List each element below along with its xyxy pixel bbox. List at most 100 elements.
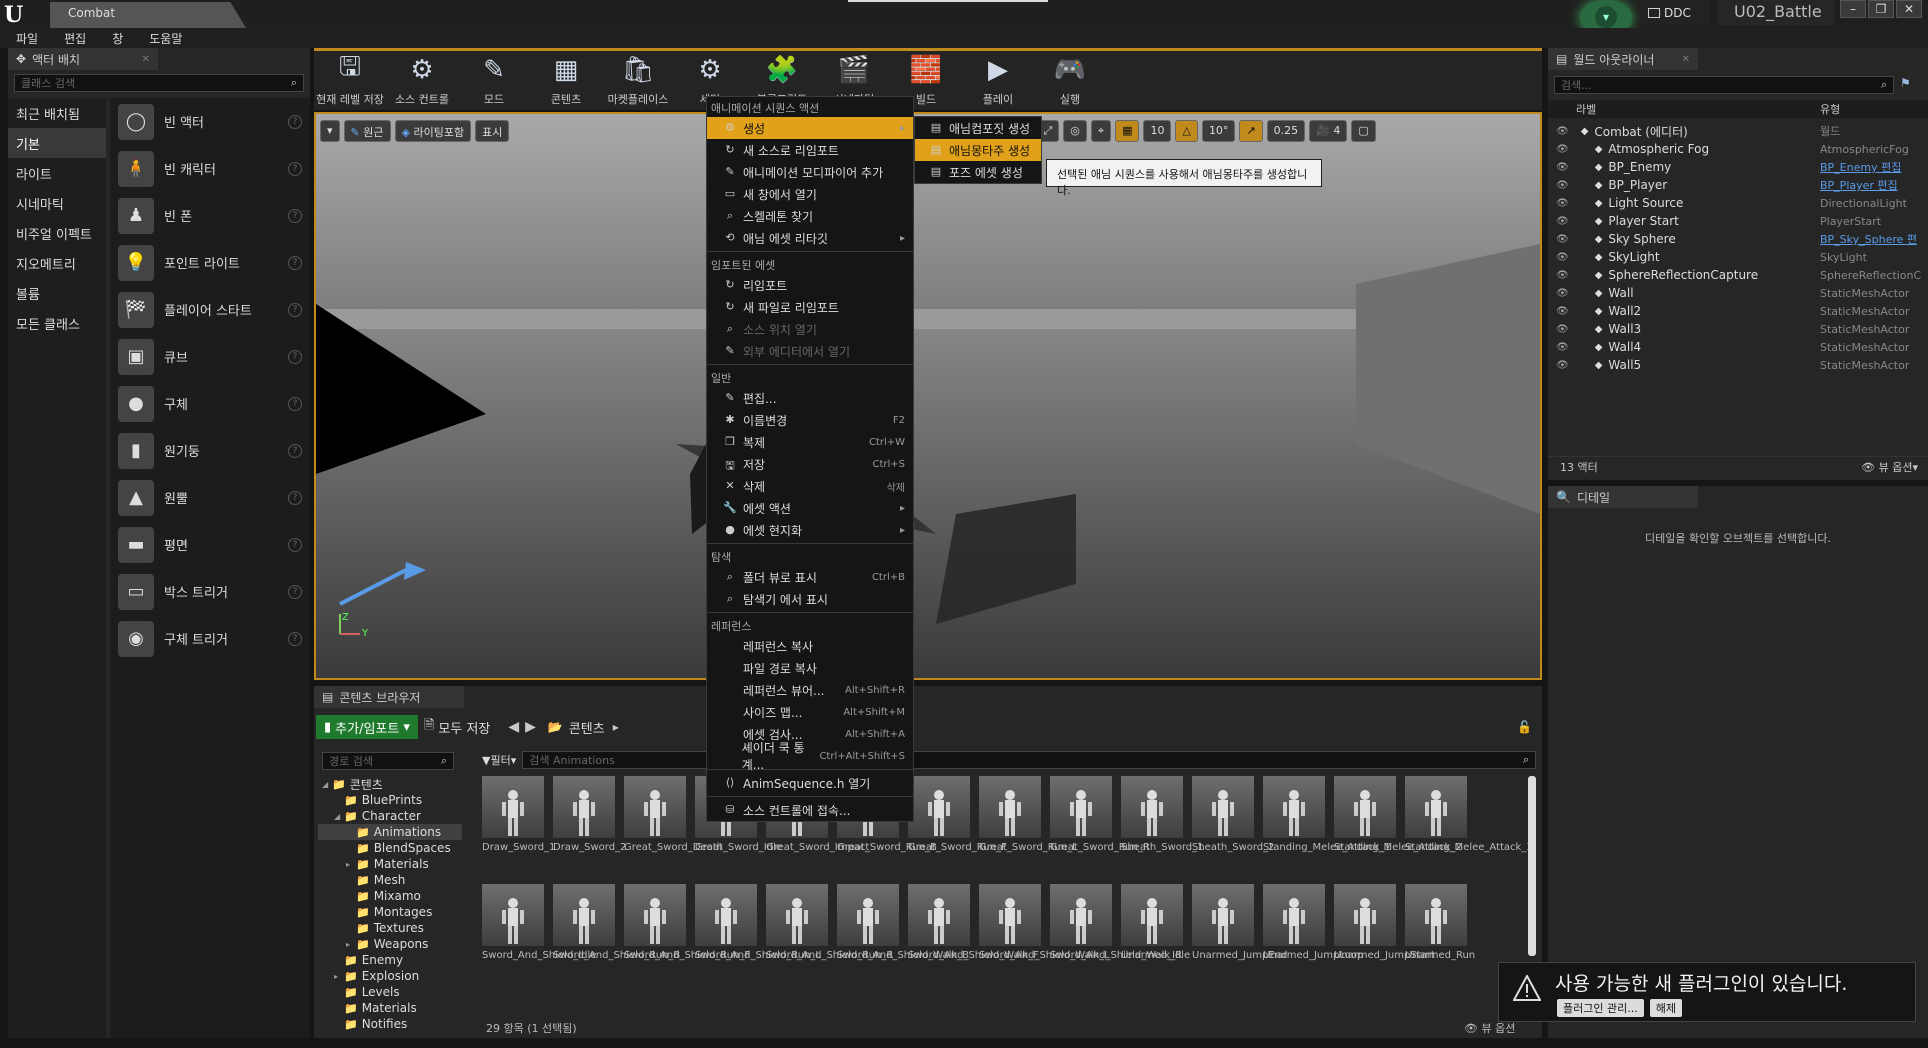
folder-tree-item[interactable]: 📁 Textures xyxy=(318,920,462,936)
category-item[interactable]: 지오메트리 xyxy=(8,248,106,278)
add-import-button[interactable]: ▮ 추가/임포트 ▾ xyxy=(316,715,418,739)
world-outliner-tab[interactable]: ▤ 월드 아웃라이너 ✕ xyxy=(1548,48,1698,70)
context-menu-item[interactable]: 레퍼런스 복사 xyxy=(707,635,913,657)
actor-item[interactable]: ◉ 구체 트리거? xyxy=(110,615,310,662)
visibility-eye-icon[interactable]: 👁 xyxy=(1556,324,1569,335)
menu-help[interactable]: 도움말 xyxy=(149,30,182,47)
visibility-eye-icon[interactable]: 👁 xyxy=(1556,234,1569,245)
category-item[interactable]: 볼륨 xyxy=(8,278,106,308)
context-menu-item[interactable]: 파일 경로 복사 xyxy=(707,657,913,679)
toolbar-button-modes[interactable]: ✎ 모드 xyxy=(458,51,530,111)
manage-plugins-button[interactable]: 플러그인 관리... xyxy=(1557,999,1644,1017)
menu-file[interactable]: 파일 xyxy=(16,30,38,47)
help-icon[interactable]: ? xyxy=(288,349,302,364)
context-menu-item[interactable]: ✱ 이름변경 F2 xyxy=(707,409,913,431)
save-all-button[interactable]: 🗎 모두 저장 xyxy=(424,716,490,738)
asset-thumbnail[interactable]: Unarmed_JumpLoop xyxy=(1263,884,1363,988)
folder-tree-item[interactable]: 📁 BlendSpaces xyxy=(318,840,462,856)
tab-close-icon[interactable]: ✕ xyxy=(1682,54,1690,65)
asset-thumbnail[interactable]: Unarmed_Run xyxy=(1405,884,1475,988)
context-menu-item[interactable]: 사이즈 맵... Alt+Shift+M xyxy=(707,701,913,723)
menu-window[interactable]: 창 xyxy=(112,30,123,47)
visibility-eye-icon[interactable]: 👁 xyxy=(1556,306,1569,317)
context-menu-item[interactable]: ⟨⟩ AnimSequence.h 열기 xyxy=(707,772,913,794)
outliner-row[interactable]: 👁 ◆ SphereReflectionCapture SphereReflectio… xyxy=(1548,266,1928,284)
visibility-eye-icon[interactable]: 👁 xyxy=(1556,162,1569,173)
category-item[interactable]: 기본 xyxy=(8,128,106,158)
folder-tree-item[interactable]: ◢ 📁 Character xyxy=(318,808,462,824)
actor-item[interactable]: ▣ 큐브? xyxy=(110,333,310,380)
help-icon[interactable]: ? xyxy=(288,208,302,223)
outliner-row[interactable]: 👁 ◆ Wall StaticMeshActor xyxy=(1548,284,1928,302)
toolbar-button-marketplace[interactable]: 🛍 마켓플레이스 xyxy=(602,51,674,111)
category-item[interactable]: 최근 배치됨 xyxy=(8,98,106,128)
folder-tree-item[interactable]: 📁 Notifies xyxy=(318,1016,462,1032)
scale-snap-icon[interactable]: ↗ xyxy=(1239,120,1263,142)
outliner-row[interactable]: 👁 ◆ Player Start PlayerStart xyxy=(1548,212,1928,230)
label-column[interactable]: 라벨 xyxy=(1576,101,1596,117)
surface-snap-icon[interactable]: ⌖ xyxy=(1090,120,1112,142)
asset-thumbnail[interactable]: Sword_And_Shield_Idle xyxy=(482,884,596,988)
context-menu-item[interactable]: ⌕ 탐색기 에서 표시 xyxy=(707,588,913,610)
folder-tree-item[interactable]: ▸ 📁 Weapons xyxy=(318,936,462,952)
asset-scrollbar[interactable] xyxy=(1528,776,1536,956)
maximize-viewport-icon[interactable]: ▢ xyxy=(1351,120,1376,142)
folder-tree-item[interactable]: ▸ 📁 Explosion xyxy=(318,968,462,984)
content-browser-tab[interactable]: ▤ 콘텐츠 브라우저 xyxy=(314,686,464,708)
context-menu-item[interactable]: ↻ 리임포트 xyxy=(707,274,913,296)
close-button[interactable]: ✕ xyxy=(1896,0,1922,18)
outliner-type[interactable]: BP_Enemy 편집 xyxy=(1820,159,1901,175)
level-viewport[interactable]: Z Y ▾ ✎ 원근 ◈ 라이팅포함 표시 ✥ ↻ ⤢ ◎ ⌖ ▦ 10 △ 1… xyxy=(314,112,1542,680)
path-search-input[interactable]: 경로 검색 ⌕ xyxy=(322,752,454,770)
help-icon[interactable]: ? xyxy=(288,302,302,317)
outliner-type[interactable]: BP_Player 편집 xyxy=(1820,177,1898,193)
asset-thumbnail[interactable]: Great_Sword_Run_R xyxy=(1050,776,1150,880)
asset-thumbnail[interactable]: Sword_And_Shield_Run_F xyxy=(624,884,750,988)
asset-thumbnail[interactable]: Unarmed_JumpEnd xyxy=(1192,884,1287,988)
asset-thumbnail[interactable]: Unarmed_Idle xyxy=(1121,884,1190,988)
asset-thumbnail[interactable]: Great_Sword_Run_F xyxy=(908,776,1007,880)
outliner-search-input[interactable]: 검색... ⌕ xyxy=(1554,76,1894,94)
asset-thumbnail[interactable]: Great_Sword_Death xyxy=(624,776,723,880)
visibility-eye-icon[interactable]: 👁 xyxy=(1556,216,1569,227)
actor-item[interactable]: ♟ 빈 폰? xyxy=(110,192,310,239)
context-menu-item[interactable]: ⛁ 소스 컨트롤에 접속... xyxy=(707,799,913,821)
folder-tree-item[interactable]: 📁 Materials xyxy=(318,1000,462,1016)
visibility-eye-icon[interactable]: 👁 xyxy=(1556,198,1569,209)
visibility-eye-icon[interactable]: 👁 xyxy=(1556,144,1569,155)
folder-tree-item[interactable]: 📁 Animations xyxy=(318,824,462,840)
add-actor-icon[interactable]: ⚑ xyxy=(1900,76,1911,90)
show-button[interactable]: 표시 xyxy=(475,120,510,142)
category-item[interactable]: 모든 클래스 xyxy=(8,308,106,338)
toolbar-button-launch[interactable]: 🎮 실행 xyxy=(1034,51,1106,111)
context-menu-item[interactable]: ⌕ 폴더 뷰로 표시 Ctrl+B xyxy=(707,566,913,588)
asset-thumbnail[interactable]: Sword_And_Shield_Run_B xyxy=(553,884,680,988)
asset-thumbnail[interactable]: Sword_And_Shield_Walk_B xyxy=(837,884,969,988)
outliner-row[interactable]: 👁 ◆ Wall5 StaticMeshActor xyxy=(1548,356,1928,374)
toolbar-button-play[interactable]: ▶ 플레이 xyxy=(962,51,1034,111)
context-menu-item[interactable]: ▭ 새 창에서 열기 xyxy=(707,183,913,205)
outliner-type[interactable]: BP_Sky_Sphere 편 xyxy=(1820,231,1917,247)
context-menu-item[interactable]: ↻ 새 파일로 리임포트 xyxy=(707,296,913,318)
submenu-item[interactable]: ▤ 애님몽타주 생성 xyxy=(915,139,1041,161)
outliner-row[interactable]: 👁 ◆ Wall2 StaticMeshActor xyxy=(1548,302,1928,320)
folder-tree-item[interactable]: 📁 Enemy xyxy=(318,952,462,968)
visibility-eye-icon[interactable]: 👁 xyxy=(1556,342,1569,353)
filter-button[interactable]: ▼ 필터 ▾ xyxy=(482,752,516,768)
folder-tree-item[interactable]: 📁 Montages xyxy=(318,904,462,920)
asset-thumbnail[interactable]: Standing_Melee_Attack_2 xyxy=(1334,776,1462,880)
lit-button[interactable]: ◈ 라이팅포함 xyxy=(394,120,472,142)
actor-item[interactable]: 💡 포인트 라이트? xyxy=(110,239,310,286)
asset-thumbnail[interactable]: Standing_Melee_Attack_1 xyxy=(1263,776,1391,880)
category-item[interactable]: 시네마틱 xyxy=(8,188,106,218)
asset-thumbnail[interactable]: Sword_And_Shield_Run_L xyxy=(695,884,821,988)
asset-thumbnail[interactable]: Draw_Sword_2 xyxy=(553,776,626,880)
actor-item[interactable]: 🏁 플레이어 스타트? xyxy=(110,286,310,333)
context-menu-item[interactable]: ✕ 삭제 삭제 xyxy=(707,475,913,497)
expand-arrow-icon[interactable]: ▸ xyxy=(334,972,344,981)
tab-close-icon[interactable]: ✕ xyxy=(142,54,150,65)
ddc-button[interactable]: DDC xyxy=(1640,0,1710,26)
toolbar-button-source-control[interactable]: ⚙ 소스 컨트롤 xyxy=(386,51,458,111)
context-menu-item[interactable]: 🔧 에셋 액션 ▸ xyxy=(707,497,913,519)
visibility-eye-icon[interactable]: 👁 xyxy=(1556,360,1569,371)
